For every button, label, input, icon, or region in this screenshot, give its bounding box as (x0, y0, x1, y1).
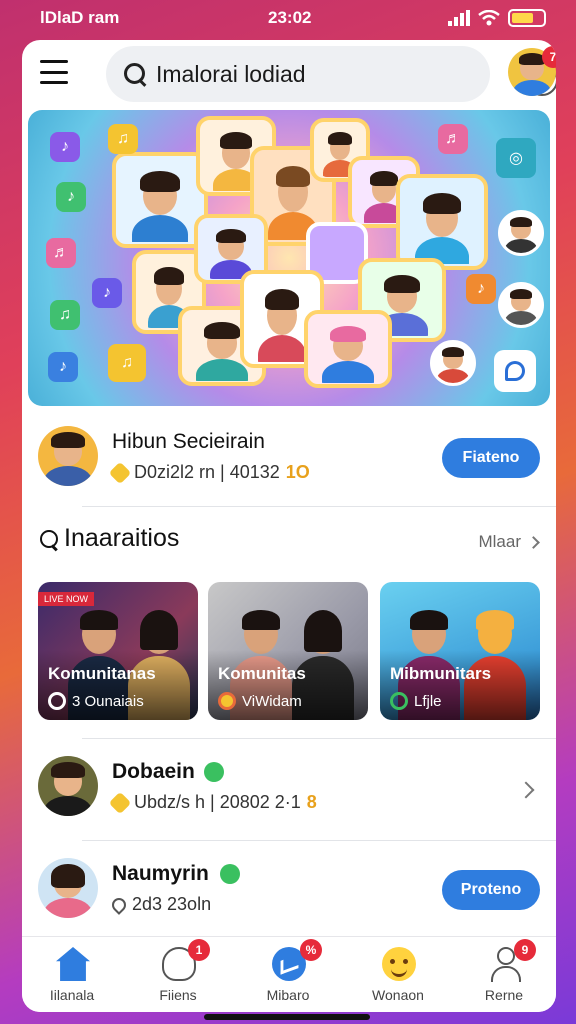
tab-badge: % (300, 939, 322, 961)
hero-banner[interactable]: ♪ ♫ ♪ ♬ ♪ ♫ ♪ ♫ ♬ ◎ ♪ (28, 110, 550, 406)
tab-wonaon[interactable]: Wonaon (348, 943, 448, 1009)
tab-profile[interactable]: 9 Rerne (454, 939, 554, 1009)
hero-tile (304, 310, 392, 388)
hero-action-button[interactable] (494, 350, 536, 392)
emoji-icon (382, 947, 416, 981)
community-card[interactable]: LIVE NOW Komunitanas 3 Ounaiais (38, 582, 198, 720)
status-bar: lDlaD ram 23:02 (0, 0, 576, 36)
feed-row[interactable]: Naumyrin 2d3 23oln Proteno (22, 848, 556, 944)
tab-label: Wonaon (372, 987, 424, 1003)
feed-meta-highlight: 1O (285, 462, 310, 482)
community-card[interactable]: Komunitas ViWidam (208, 582, 368, 720)
feed-avatar[interactable] (38, 858, 98, 918)
section-title: Inaaraitios (64, 524, 180, 552)
signal-icon (448, 10, 470, 26)
feed-meta-text: D0zi2l2 rn | 40132 (134, 462, 280, 482)
feed-meta-text: Ubdz/s h | 20802 2·1 (134, 792, 301, 812)
card-title: Komunitanas (48, 664, 156, 683)
tab-label: Rerne (484, 987, 524, 1003)
feed-row[interactable]: Dobaein Ubdz/s h | 20802 2·1 8 (22, 746, 556, 842)
feed-meta-highlight: 8 (306, 792, 317, 812)
tab-home[interactable]: Iilanala (22, 943, 122, 1009)
card-title: Mibmunitars (390, 664, 492, 683)
top-bar: Imalorai lodiad 1 7 (22, 40, 556, 108)
search-input[interactable]: Imalorai lodiad (156, 61, 306, 88)
card-subtitle: ViWidam (242, 692, 302, 710)
members-icon (48, 692, 66, 710)
hero-tile (396, 174, 488, 270)
tab-messages[interactable]: % Mibaro (238, 939, 338, 1009)
chevron-right-icon (527, 535, 540, 549)
feed-meta: 2d3 23oln (109, 894, 212, 915)
tab-bar: Iilanala 1 Fiiens % Mibaro Wonaon 9 Rern… (22, 936, 556, 1012)
feed-name: Hibun Secieirain (112, 430, 265, 453)
community-card[interactable]: Mibmunitars Lfjle (380, 582, 540, 720)
carrier-label: lDlaD ram (40, 8, 120, 27)
members-icon (218, 692, 236, 710)
follow-button[interactable]: Fiateno (442, 438, 540, 478)
battery-icon (508, 9, 546, 27)
community-cards: LIVE NOW Komunitanas 3 Ounaiais Komunita… (38, 582, 542, 720)
hero-avatar (498, 282, 544, 328)
follow-button[interactable]: Proteno (442, 870, 540, 910)
tab-badge: 1 (188, 939, 210, 961)
verified-icon (204, 762, 224, 782)
tab-friends[interactable]: 1 Fiiens (128, 939, 228, 1009)
card-subtitle: 3 Ounaiais (72, 692, 144, 710)
feed-meta-text: 2d3 23oln (132, 894, 212, 914)
music-note-icon: ♫ (108, 344, 146, 382)
feed-name: Naumyrin (112, 862, 209, 885)
search-bar[interactable]: Imalorai lodiad 1 (106, 46, 556, 102)
divider (82, 738, 556, 739)
card-title: Komunitas (218, 664, 306, 683)
location-icon (109, 894, 129, 915)
music-note-icon: ♪ (48, 352, 78, 382)
status-icons (448, 9, 546, 27)
see-all-link[interactable]: Mlaar (478, 532, 540, 552)
coin-icon (108, 461, 132, 484)
home-icon (56, 947, 90, 981)
members-icon (390, 692, 408, 710)
feed-avatar[interactable] (38, 756, 98, 816)
hero-avatar (430, 340, 476, 386)
section-header: Inaaraitios Mlaar (38, 524, 540, 564)
music-note-icon: ♬ (438, 124, 468, 154)
feed-avatar[interactable] (38, 426, 98, 486)
hero-avatar (498, 210, 544, 256)
wifi-icon (478, 10, 500, 26)
search-icon (38, 528, 60, 550)
feed-meta: D0zi2l2 rn | 40132 1O (108, 461, 310, 484)
feed-name: Dobaein (112, 760, 195, 783)
tab-label: Iilanala (49, 987, 95, 1003)
shield-icon (505, 361, 525, 381)
tab-label: Mibaro (266, 987, 310, 1003)
music-note-icon: ♫ (50, 300, 80, 330)
music-note-icon: ♫ (108, 124, 138, 154)
music-note-icon: ♪ (466, 274, 496, 304)
card-subtitle: Lfjle (414, 692, 442, 710)
menu-icon[interactable] (40, 60, 68, 84)
app-window: Imalorai lodiad 1 7 ♪ ♫ ♪ ♬ ♪ ♫ ♪ ♫ (22, 40, 556, 1012)
chevron-right-icon[interactable] (517, 781, 535, 799)
music-note-icon: ◎ (496, 138, 536, 178)
music-note-icon: ♪ (50, 132, 80, 162)
see-all-label: Mlaar (478, 532, 521, 551)
verified-icon (220, 864, 240, 884)
home-indicator[interactable] (204, 1014, 370, 1020)
clock: 23:02 (268, 8, 312, 27)
divider (82, 840, 556, 841)
music-note-icon: ♬ (46, 238, 76, 268)
live-badge: LIVE NOW (38, 592, 95, 606)
coin-icon (108, 791, 132, 814)
music-note-icon: ♪ (56, 182, 86, 212)
tab-label: Fiiens (159, 987, 197, 1003)
music-note-icon: ♪ (92, 278, 122, 308)
divider (82, 506, 556, 507)
feed-row[interactable]: Hibun Secieirain D0zi2l2 rn | 40132 1O F… (22, 416, 556, 512)
feed-meta: Ubdz/s h | 20802 2·1 8 (108, 791, 317, 814)
search-icon (122, 61, 148, 87)
tab-badge: 9 (514, 939, 536, 961)
